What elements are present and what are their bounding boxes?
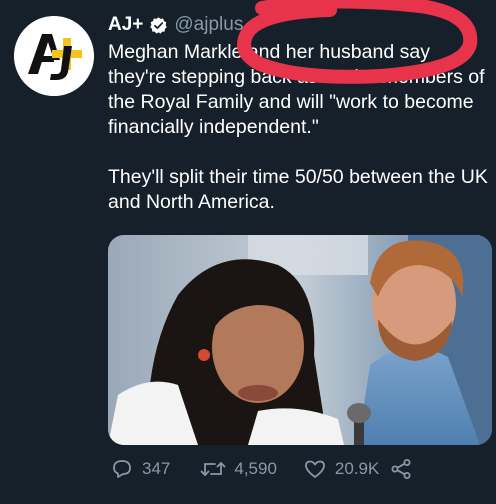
verified-badge-icon (150, 16, 168, 34)
share-button[interactable] (389, 457, 421, 481)
author-handle[interactable]: @ajplus (174, 14, 243, 36)
tweet-photo[interactable] (108, 235, 492, 445)
tweet-header: AJ+ @ajplus (108, 12, 243, 38)
tweet-actions: 347 4,590 20.9K (110, 455, 421, 483)
tweet[interactable]: AJ+ @ajplus Meghan Markle and her husban… (0, 0, 496, 504)
aj-plus-logo-icon (14, 16, 94, 96)
retweet-button[interactable]: 4,590 (200, 457, 277, 481)
tweet-text-line: Meghan Markle and her husband say they'r… (108, 41, 485, 138)
reply-button[interactable]: 347 (110, 457, 170, 481)
aj-plus-avatar[interactable] (14, 16, 94, 96)
retweet-icon (200, 462, 226, 476)
author-name[interactable]: AJ+ (108, 14, 143, 36)
retweet-count: 4,590 (234, 459, 277, 478)
tweet-text-line: They'll split their time 50/50 between t… (108, 166, 488, 213)
reply-count: 347 (142, 459, 171, 478)
like-button[interactable]: 20.9K (303, 457, 379, 481)
tweet-text: Meghan Markle and her husband say they'r… (108, 40, 492, 215)
share-icon (391, 459, 411, 479)
photo-illustration (108, 235, 492, 445)
heart-icon (305, 460, 325, 478)
reply-icon (113, 460, 131, 478)
like-count: 20.9K (334, 459, 380, 478)
